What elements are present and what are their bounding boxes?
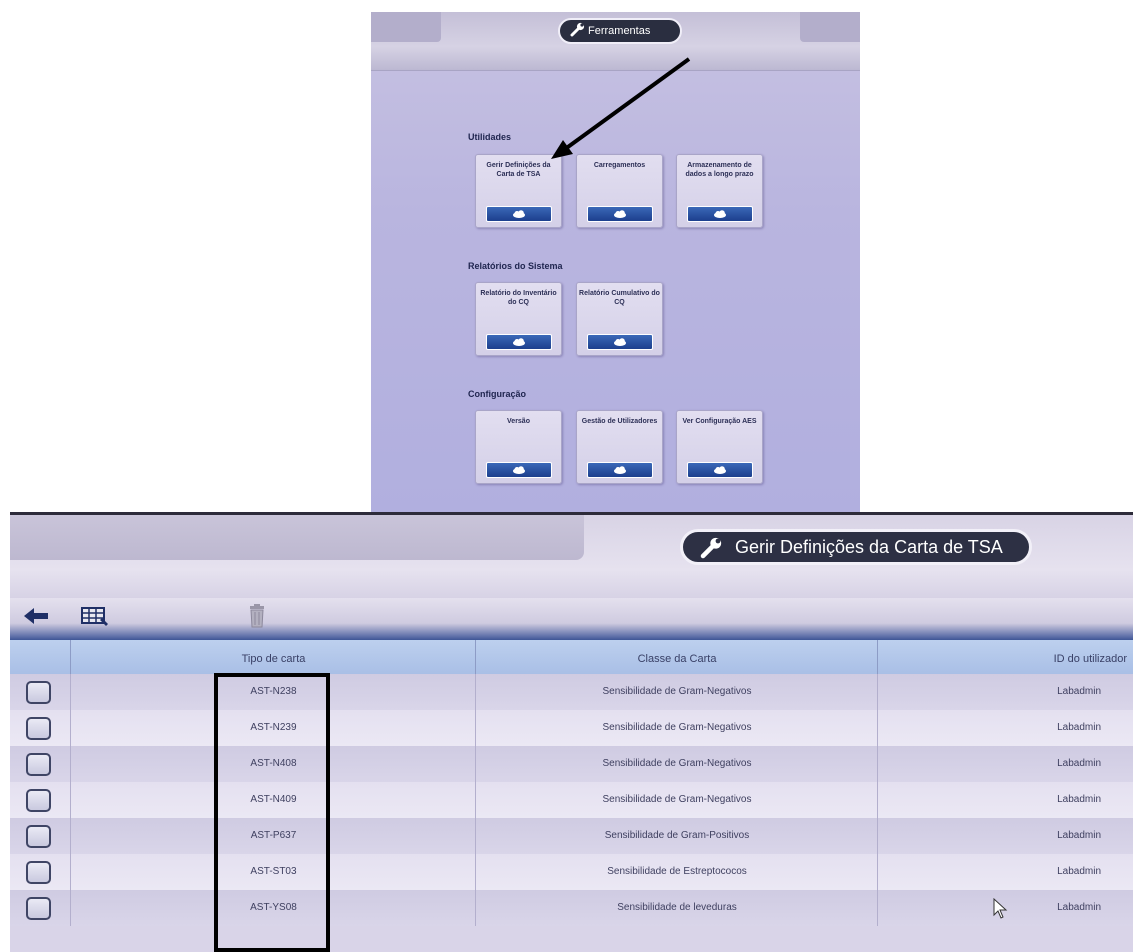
cell-user: Labadmin (877, 746, 1133, 782)
header-tab-left (10, 515, 584, 560)
cell-classe: Sensibilidade de Gram-Negativos (475, 746, 878, 782)
tile-versao[interactable]: Versão (475, 410, 562, 484)
chart-definitions-title: Gerir Definições da Carta de TSA (735, 537, 1003, 557)
cell-classe: Sensibilidade de Gram-Negativos (475, 710, 878, 746)
cell-classe: Sensibilidade de Gram-Positivos (475, 818, 878, 854)
section-label-configuracao: Configuração (468, 389, 527, 399)
tile-label: Relatório Cumulativo do CQ (579, 290, 660, 306)
table-row[interactable]: AST-N239 Sensibilidade de Gram-Negativos… (10, 710, 1133, 746)
header-select-column (10, 640, 70, 674)
tile-open-button[interactable] (687, 462, 753, 478)
tile-label: Ver Configuração AES (682, 418, 757, 425)
row-checkbox[interactable] (26, 825, 51, 848)
grid-edit-icon[interactable] (78, 602, 112, 630)
toolbar (10, 598, 1133, 640)
wrench-icon (700, 537, 722, 559)
tile-label: Gestão de Utilizadores (581, 418, 658, 425)
cell-classe: Sensibilidade de leveduras (475, 890, 878, 926)
tile-open-button[interactable] (486, 462, 552, 478)
header-classe-da-carta[interactable]: Classe da Carta (475, 640, 878, 674)
cloud-icon (614, 466, 626, 474)
table-row[interactable]: AST-N238 Sensibilidade de Gram-Negativos… (10, 674, 1133, 710)
cloud-icon (714, 466, 726, 474)
chart-definitions-screen: Gerir Definições da Carta de TSA Tipo de… (10, 512, 1133, 952)
annotation-highlight-box (214, 673, 330, 952)
row-checkbox[interactable] (26, 753, 51, 776)
table-row[interactable]: AST-P637 Sensibilidade de Gram-Positivos… (10, 818, 1133, 854)
header-id-utilizador[interactable]: ID do utilizador (877, 640, 1133, 674)
tile-label: Versão (507, 418, 530, 425)
row-checkbox[interactable] (26, 681, 51, 704)
trash-icon[interactable] (244, 602, 270, 630)
tile-ver-configuracao-aes[interactable]: Ver Configuração AES (676, 410, 763, 484)
annotation-arrow (551, 57, 691, 159)
table-row[interactable]: AST-N409 Sensibilidade de Gram-Negativos… (10, 782, 1133, 818)
cell-user: Labadmin (877, 782, 1133, 818)
back-arrow-icon[interactable] (20, 602, 52, 630)
tile-gestao-utilizadores[interactable]: Gestão de Utilizadores (576, 410, 663, 484)
tile-open-button[interactable] (587, 334, 653, 350)
cell-user: Labadmin (877, 818, 1133, 854)
tile-relatorio-cumulativo[interactable]: Relatório Cumulativo do CQ (576, 282, 663, 356)
table-row[interactable]: AST-N408 Sensibilidade de Gram-Negativos… (10, 746, 1133, 782)
cell-user: Labadmin (877, 710, 1133, 746)
chart-definitions-title-pill: Gerir Definições da Carta de TSA (680, 529, 1032, 565)
cell-classe: Sensibilidade de Gram-Negativos (475, 782, 878, 818)
cloud-icon (513, 466, 525, 474)
cloud-icon (513, 338, 525, 346)
cell-user: Labadmin (877, 854, 1133, 890)
chart-definitions-header: Gerir Definições da Carta de TSA (10, 515, 1133, 607)
cell-classe: Sensibilidade de Estreptococos (475, 854, 878, 890)
tile-open-button[interactable] (486, 334, 552, 350)
cloud-icon (614, 338, 626, 346)
row-checkbox[interactable] (26, 861, 51, 884)
row-checkbox[interactable] (26, 717, 51, 740)
row-checkbox[interactable] (26, 897, 51, 920)
mouse-cursor-icon (993, 898, 1008, 919)
table-row[interactable]: AST-YS08 Sensibilidade de leveduras Laba… (10, 890, 1133, 926)
tile-label: Relatório do Inventário do CQ (480, 290, 557, 306)
section-label-relatorios: Relatórios do Sistema (468, 261, 563, 271)
cell-classe: Sensibilidade de Gram-Negativos (475, 674, 878, 710)
table-row[interactable]: AST-ST03 Sensibilidade de Estreptococos … (10, 854, 1133, 890)
tile-open-button[interactable] (587, 462, 653, 478)
tools-screen: Ferramentas Utilidades Gerir Definições … (371, 12, 860, 512)
header-tipo-de-carta[interactable]: Tipo de carta (70, 640, 476, 674)
tile-relatorio-inventario[interactable]: Relatório do Inventário do CQ (475, 282, 562, 356)
table-header: Tipo de carta Classe da Carta ID do util… (10, 640, 1133, 675)
row-checkbox[interactable] (26, 789, 51, 812)
cell-user: Labadmin (877, 674, 1133, 710)
